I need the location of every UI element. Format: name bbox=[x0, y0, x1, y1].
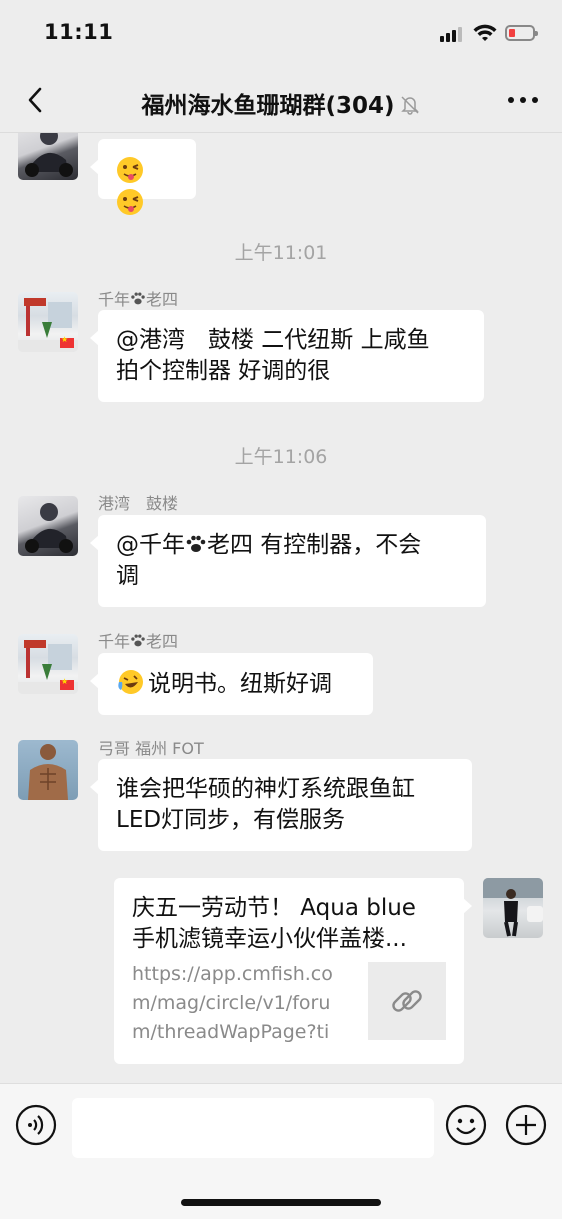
message-bubble-emoji[interactable] bbox=[90, 139, 196, 215]
voice-icon[interactable] bbox=[15, 1104, 57, 1146]
message-bubble[interactable]: 说明书。纽斯好调 bbox=[90, 653, 373, 715]
paw-print-icon bbox=[131, 292, 145, 305]
bell-slash-icon bbox=[400, 96, 419, 115]
laughing-tears-emoji-icon bbox=[118, 670, 143, 694]
wifi-icon bbox=[473, 24, 497, 41]
message-text: 说明书。纽斯好调 bbox=[116, 668, 355, 700]
sender-name: 千年 老四 bbox=[98, 290, 179, 309]
avatar-qiannian[interactable] bbox=[18, 634, 78, 694]
link-icon bbox=[392, 990, 422, 1012]
avatar-self[interactable] bbox=[483, 878, 543, 938]
biker-image bbox=[25, 503, 73, 553]
message-text: 调 bbox=[116, 563, 139, 589]
biker-image bbox=[25, 133, 73, 177]
emoji-icon[interactable] bbox=[445, 1104, 487, 1146]
chat-title: 福州海水鱼珊瑚群(304) bbox=[0, 86, 562, 120]
timestamp-separator: 上午11:06 bbox=[234, 446, 328, 468]
paw-print-icon bbox=[131, 634, 145, 647]
sender-name: 千年 老四 bbox=[98, 632, 179, 651]
tongue-wink-emoji-icon bbox=[117, 189, 143, 215]
link-url: https://app.cmfish.com/mag/circle/v1/for… bbox=[132, 963, 333, 1043]
message-text: @千年 老四 有控制器，不会 bbox=[116, 532, 422, 558]
man-standing-image bbox=[483, 878, 543, 937]
paw-print-icon bbox=[186, 535, 206, 552]
tongue-wink-emoji-icon bbox=[117, 157, 143, 183]
plus-icon[interactable] bbox=[505, 1104, 547, 1146]
timestamp-separator: 上午11:01 bbox=[234, 242, 328, 264]
avatar-biker[interactable] bbox=[18, 133, 78, 180]
message-text: 拍个控制器 好调的很 bbox=[116, 358, 331, 384]
avatar-gongge[interactable] bbox=[18, 740, 78, 800]
message-input[interactable] bbox=[72, 1098, 434, 1158]
message-bubble[interactable]: @千年 老四 有控制器，不会 调 bbox=[90, 515, 486, 607]
china-flag-icon bbox=[60, 335, 74, 348]
link-title: 庆五一劳动节！ Aqua blue bbox=[132, 895, 416, 921]
link-thumbnail bbox=[368, 962, 446, 1040]
message-bubble[interactable]: 谁会把华硕的神灯系统跟鱼缸 LED灯同步，有偿服务 bbox=[90, 759, 472, 851]
signal-icon bbox=[440, 26, 466, 42]
chat-message-list[interactable]: 上午11:01 千年老四 @港湾 鼓楼 二代纽斯 上咸鱼 拍个控制器 好调的很 … bbox=[0, 133, 562, 1083]
home-indicator bbox=[181, 1199, 381, 1206]
link-card[interactable]: 庆五一劳动节！ Aqua blue 手机滤镜幸运小伙伴盖楼... https:/… bbox=[114, 878, 472, 1064]
sender-name: 弓哥 福州 FOT bbox=[98, 739, 204, 758]
status-time: 11:11 bbox=[44, 20, 114, 44]
sender-name: 港湾 鼓楼 bbox=[98, 494, 179, 513]
message-text: @港湾 鼓楼 二代纽斯 上咸鱼 bbox=[116, 327, 430, 353]
nav-bar: 福州海水鱼珊瑚群(304) bbox=[0, 70, 562, 133]
avatar-qiannian[interactable] bbox=[18, 292, 78, 352]
china-flag-icon bbox=[60, 677, 74, 690]
status-bar: 11:11 bbox=[0, 0, 562, 70]
message-text: LED灯同步，有偿服务 bbox=[116, 807, 346, 833]
message-text: 谁会把华硕的神灯系统跟鱼缸 bbox=[116, 776, 415, 802]
battery-icon bbox=[505, 25, 538, 41]
avatar-biker[interactable] bbox=[18, 496, 78, 556]
chat-title-text: 福州海水鱼珊瑚群(304) bbox=[141, 93, 395, 119]
input-bar bbox=[0, 1083, 562, 1219]
link-title: 手机滤镜幸运小伙伴盖楼... bbox=[132, 926, 407, 952]
muscle-man-image bbox=[28, 744, 68, 800]
message-bubble[interactable]: @港湾 鼓楼 二代纽斯 上咸鱼 拍个控制器 好调的很 bbox=[90, 310, 484, 402]
more-dots-icon[interactable] bbox=[506, 90, 540, 110]
